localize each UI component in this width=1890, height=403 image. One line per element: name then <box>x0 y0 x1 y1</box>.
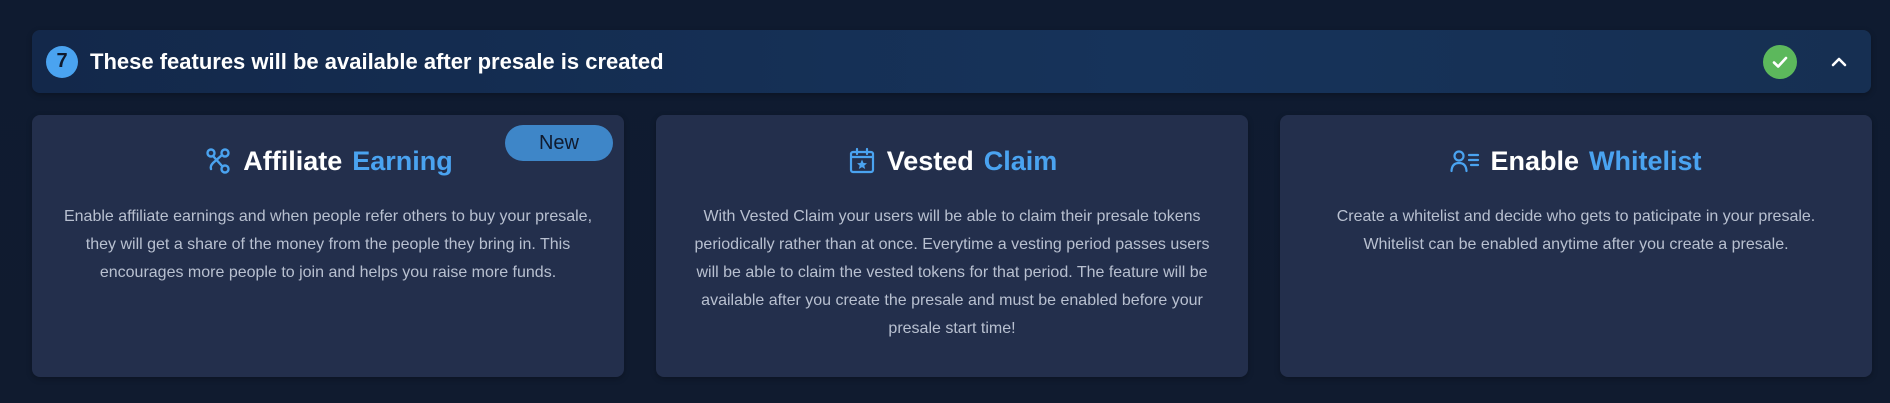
step-header[interactable]: 7 These features will be available after… <box>32 30 1871 93</box>
step-title: These features will be available after p… <box>90 48 664 74</box>
check-icon <box>1763 44 1797 79</box>
card-title-primary: Vested <box>886 145 974 176</box>
calendar-star-icon <box>847 146 877 176</box>
feature-cards: New Affiliate Earning Enable affiliate e… <box>32 115 1872 377</box>
card-title-primary: Affiliate <box>243 145 343 176</box>
card-title-accent: Earning <box>352 145 453 176</box>
feature-card-vested-claim: Vested Claim With Vested Claim your user… <box>656 115 1248 377</box>
card-description: Create a whitelist and decide who gets t… <box>1336 208 1816 253</box>
chevron-up-icon <box>1831 57 1847 66</box>
card-title-accent: Claim <box>983 145 1058 176</box>
card-title-accent: Whitelist <box>1589 145 1702 176</box>
card-title: Enable Whitelist <box>1310 141 1842 181</box>
collapse-button[interactable] <box>1825 48 1853 76</box>
card-title-primary: Enable <box>1490 145 1580 176</box>
card-description: With Vested Claim your users will be abl… <box>694 208 1210 337</box>
step-number-badge: 7 <box>46 45 78 78</box>
feature-card-affiliate: New Affiliate Earning Enable affiliate e… <box>32 115 624 377</box>
feature-card-whitelist: Enable Whitelist Create a whitelist and … <box>1280 115 1872 377</box>
card-description: Enable affiliate earnings and when peopl… <box>63 208 593 281</box>
affiliate-network-icon <box>203 146 233 176</box>
user-list-icon <box>1450 146 1480 176</box>
card-title: Vested Claim <box>686 141 1218 181</box>
new-badge: New <box>505 125 613 161</box>
page: 7 These features will be available after… <box>0 0 1890 403</box>
